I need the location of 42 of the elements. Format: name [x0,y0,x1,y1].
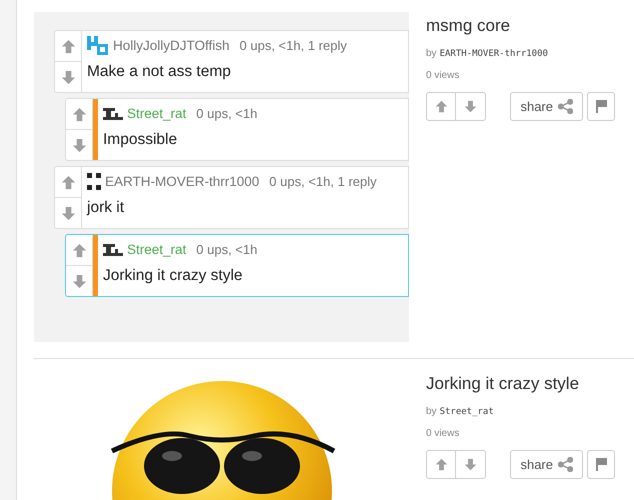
comment-username[interactable]: EARTH-MOVER-thrr1000 [105,172,260,192]
share-button[interactable]: share [510,92,583,121]
down-arrow-icon [464,458,477,471]
avatar-icon [103,244,123,256]
down-arrow-icon [60,70,76,84]
up-arrow-icon [60,38,76,54]
down-arrow-icon [72,274,86,288]
up-arrow-icon [60,174,76,190]
flag-icon [596,458,606,471]
down-arrow-icon [72,138,86,152]
post-title: Jorking it crazy style [426,373,580,395]
by-label: by [426,404,437,418]
comment-username[interactable]: HollyJollyDJTOffish [113,36,230,56]
comment-text: Make a not ass temp [87,62,232,82]
comment-meta: 0 ups, <1h, 1 reply [240,37,347,56]
views-count: 0 views [426,69,460,83]
author-link[interactable]: Street_rat [440,406,494,419]
up-arrow-icon [434,100,448,113]
comment-meta: 0 ups, <1h, 1 reply [269,173,377,192]
comment-meta: 0 ups, <1h [196,241,258,260]
up-arrow-icon [72,106,86,122]
avatar-icon [103,108,123,120]
avatar-icon [87,36,109,56]
down-arrow-icon [464,100,477,113]
post-title: msmg core [426,15,512,37]
author-link[interactable]: EARTH-MOVER-thrr1000 [440,48,548,61]
flag-icon [596,100,606,113]
up-arrow-icon [72,242,86,258]
views-count: 0 views [426,427,460,441]
share-icon [558,457,573,472]
comment-meta: 0 ups, <1h [196,105,258,124]
share-icon [558,99,573,114]
comment-text: Impossible [103,130,178,150]
flag-button[interactable] [587,450,615,479]
down-arrow-icon [60,206,76,220]
share-button[interactable]: share [510,450,583,479]
comment-text: jork it [87,198,126,218]
flag-button[interactable] [587,92,615,121]
by-label: by [426,46,437,60]
avatar-icon [87,173,101,191]
up-arrow-icon [434,458,448,471]
comment-text: Jorking it crazy style [103,266,244,286]
